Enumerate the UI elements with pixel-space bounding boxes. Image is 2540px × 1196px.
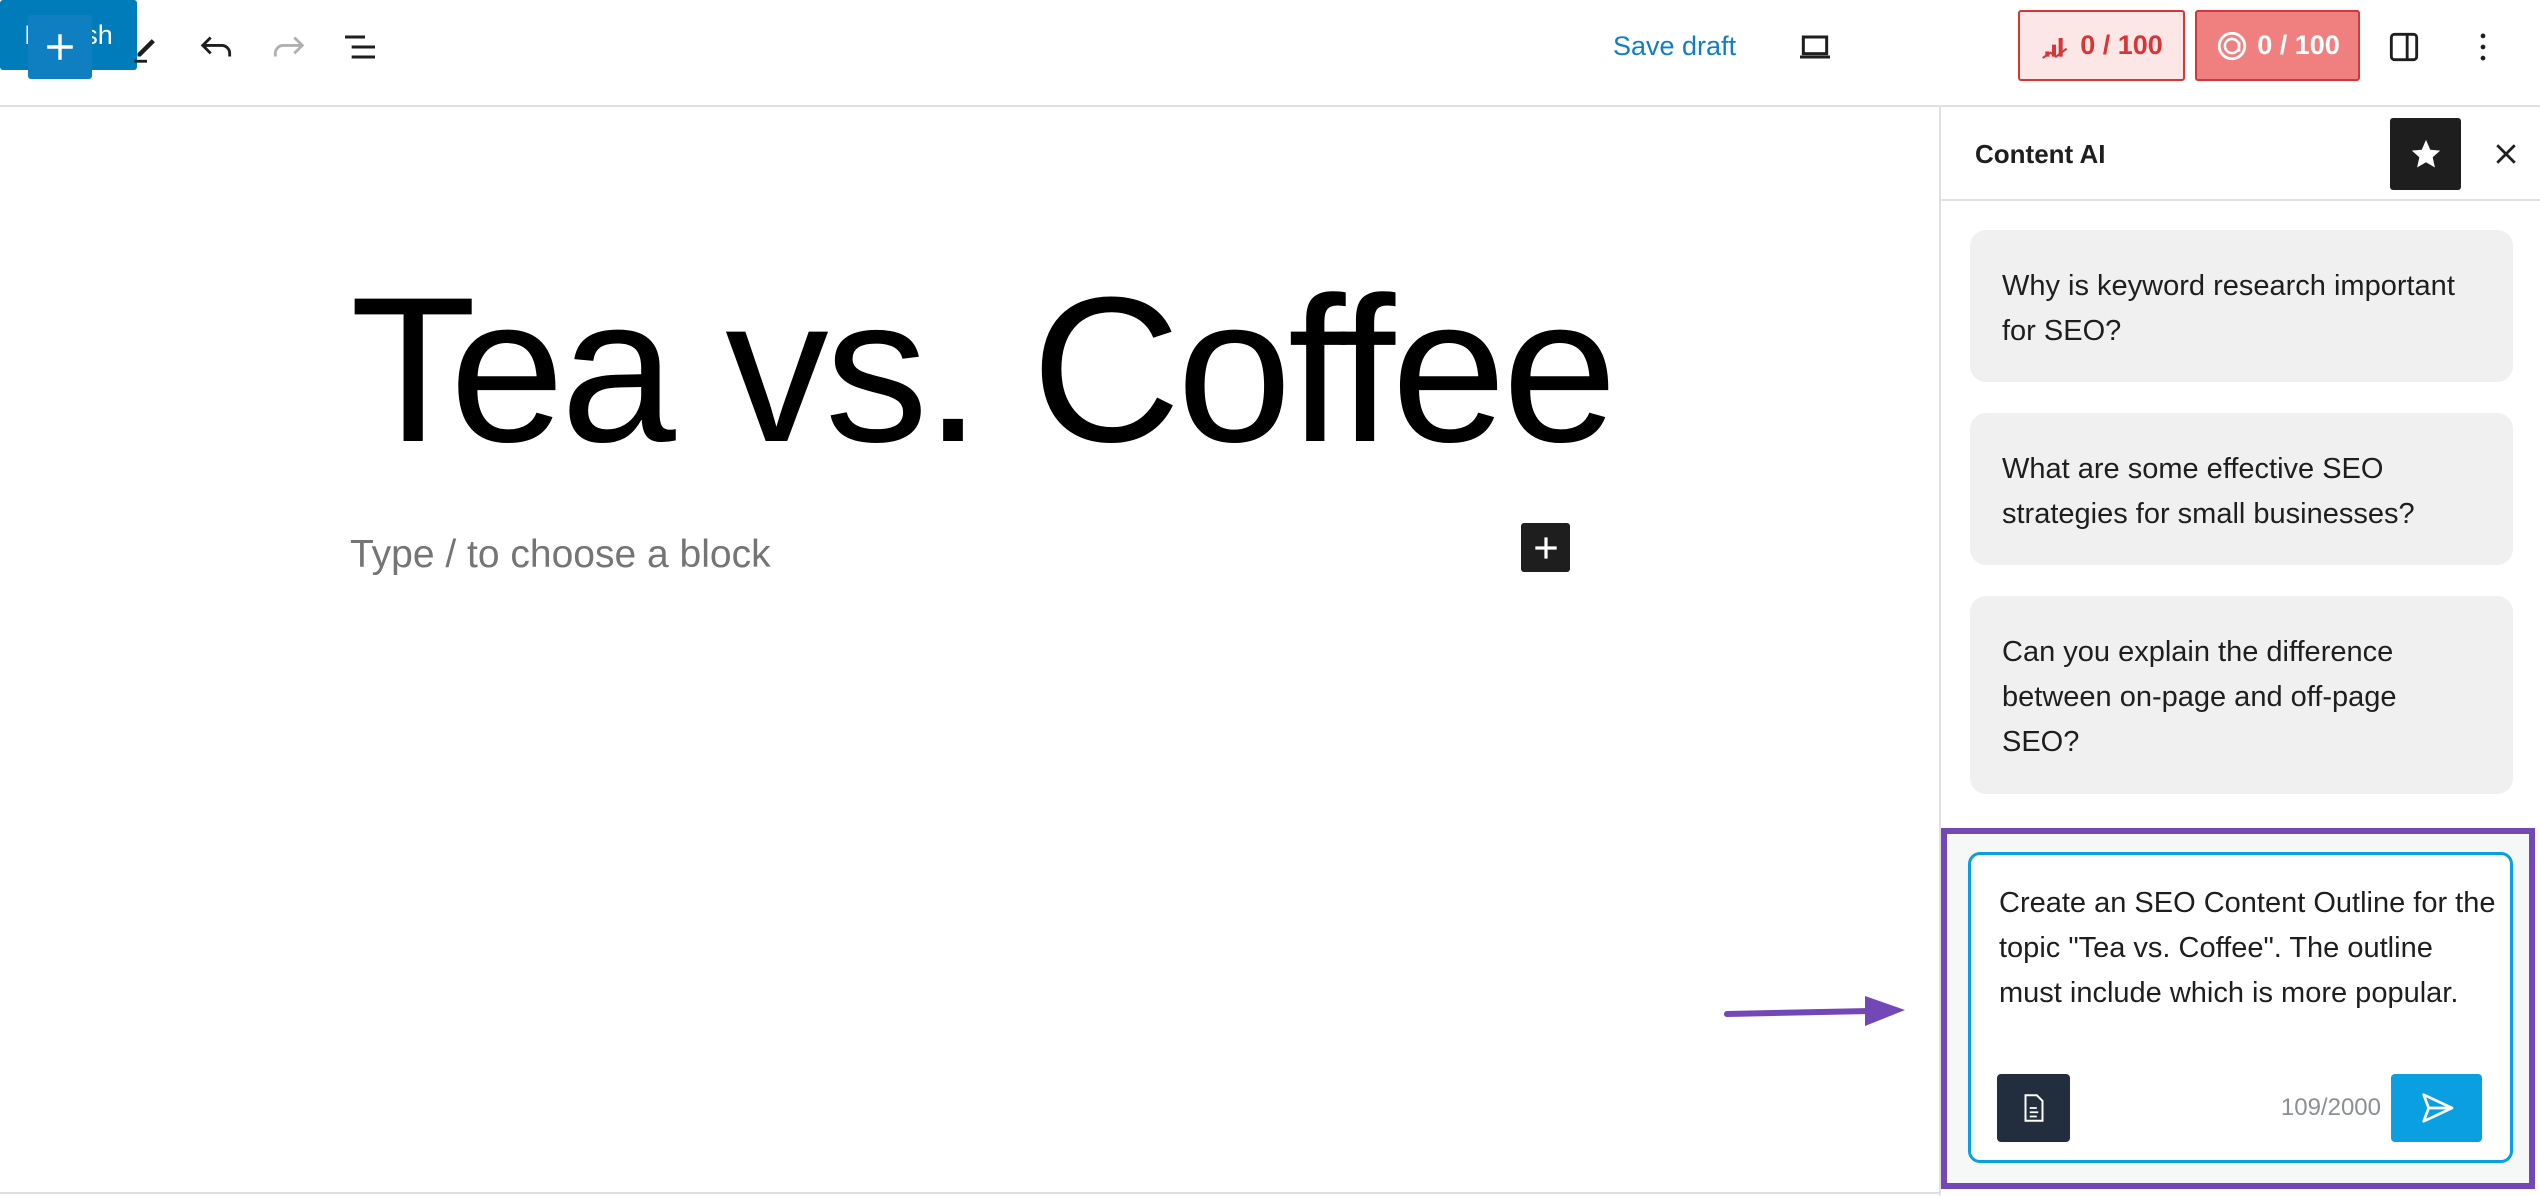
seo-score-button[interactable]: 0 / 100 xyxy=(2018,10,2185,81)
divider xyxy=(0,1192,1939,1194)
add-block-button[interactable] xyxy=(28,15,92,79)
list-view-icon xyxy=(345,35,375,59)
seo-score: 0 / 100 xyxy=(2080,30,2163,60)
editor-toolbar: Save draft Publish 0 / 100 0 / 100 xyxy=(0,0,2540,107)
sidebar-toggle-icon xyxy=(2389,32,2419,62)
plus-icon xyxy=(47,34,73,60)
character-count: 109/2000 xyxy=(2280,1094,2381,1121)
send-icon xyxy=(2421,1093,2453,1123)
close-icon xyxy=(2496,144,2516,164)
undo-button[interactable] xyxy=(190,20,244,74)
settings-button[interactable] xyxy=(2377,20,2431,74)
block-placeholder[interactable]: Type / to choose a block xyxy=(350,533,771,577)
close-sidebar-button[interactable] xyxy=(2481,129,2531,179)
kebab-icon xyxy=(2480,33,2486,61)
templates-button[interactable] xyxy=(1997,1074,2070,1142)
save-draft-button[interactable]: Save draft xyxy=(1613,28,1736,64)
pencil-icon xyxy=(134,39,155,63)
prompt-input[interactable]: Create an SEO Content Outline for the to… xyxy=(1968,852,2513,1163)
tools-button[interactable] xyxy=(120,20,174,74)
annotation-arrow xyxy=(1724,996,1905,1026)
send-button[interactable] xyxy=(2391,1074,2482,1142)
options-button[interactable] xyxy=(2456,20,2510,74)
suggestion-card[interactable]: Why is keyword research important for SE… xyxy=(1970,230,2513,382)
redo-icon xyxy=(273,36,305,57)
list-view-button[interactable] xyxy=(333,20,387,74)
document-icon xyxy=(2024,1094,2043,1122)
content-ai-score: 0 / 100 xyxy=(2257,30,2340,60)
prompt-highlight: Create an SEO Content Outline for the to… xyxy=(1941,828,2535,1189)
favorite-button[interactable] xyxy=(2390,118,2461,190)
suggestion-card[interactable]: What are some effective SEO strategies f… xyxy=(1970,413,2513,565)
redo-button[interactable] xyxy=(261,20,315,74)
content-ai-icon xyxy=(2218,31,2247,60)
plus-icon xyxy=(1534,536,1557,559)
preview-button[interactable] xyxy=(1788,20,1842,74)
seo-chart-icon xyxy=(2042,37,2068,59)
content-ai-score-button[interactable]: 0 / 100 xyxy=(2195,10,2360,81)
prompt-text[interactable]: Create an SEO Content Outline for the to… xyxy=(1999,881,2499,1016)
undo-icon xyxy=(200,36,232,57)
post-title[interactable]: Tea vs. Coffee xyxy=(350,250,1617,490)
inline-add-block-button[interactable] xyxy=(1521,523,1570,572)
laptop-icon xyxy=(1800,35,1830,59)
star-icon xyxy=(2411,139,2440,168)
suggestion-card[interactable]: Can you explain the difference between o… xyxy=(1970,596,2513,794)
sidebar-header: Content AI xyxy=(1941,107,2540,201)
sidebar-title: Content AI xyxy=(1975,139,2106,169)
